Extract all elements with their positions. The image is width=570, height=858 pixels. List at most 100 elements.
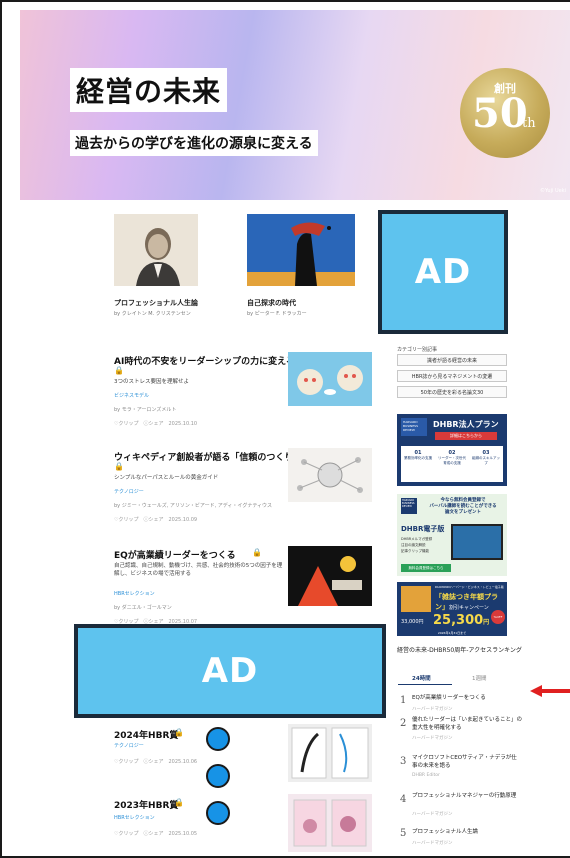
- campaign-note: 2026年1月31日まで: [437, 631, 467, 635]
- article-author-2: by ジミー・ウェールズ, アリソン・ビアード, アディ・イグナティウス: [114, 503, 273, 509]
- article-category-2[interactable]: テクノロジー: [114, 488, 144, 495]
- ebook-bullets: DHBRメルマガ登録 注目の論文解説 記事クリップ機能: [401, 536, 432, 554]
- campaign-top: DIAMONDハーバード・ビジネス・レビュー電子版: [435, 585, 504, 589]
- article-title-4[interactable]: 2024年HBR賞: [114, 728, 178, 741]
- lock-icon: 🔒: [114, 462, 124, 471]
- plan-col-2: 02 リーダー・次世代育成の支援: [438, 450, 466, 465]
- rank-title-1[interactable]: EQが高業績リーダーをつくる: [412, 694, 522, 702]
- rank-source-2: ハーバードマガジン: [412, 736, 453, 741]
- plan-col-1: 01 業務効率化の支援: [404, 450, 432, 460]
- feature-author-2: by ピーター F. ドラッカー: [247, 311, 307, 317]
- lock-icon: 🔒: [114, 366, 124, 375]
- article-title-5[interactable]: 2023年HBR賞: [114, 798, 178, 811]
- feature-title-1[interactable]: プロフェッショナル人生論: [114, 298, 198, 308]
- tab-1week[interactable]: 1週間: [472, 674, 487, 682]
- ai-anxiety-image: [288, 352, 372, 406]
- rank-title-4[interactable]: プロフェッショナルマネジャーの行動原理: [412, 792, 522, 800]
- article-thumb-3[interactable]: [288, 546, 372, 606]
- ebook-headline: 今なら無料会員登録で バーバル講師を読むことができる 論文をプレゼント: [429, 498, 497, 515]
- lock-icon: 🔒: [252, 548, 262, 557]
- hero-banner[interactable]: 経営の未来 過去からの学びを進化の源泉に変える 創刊 50 th ©Yuji U…: [20, 10, 570, 200]
- ad-placeholder-bottom[interactable]: AD: [74, 624, 386, 718]
- article-actions-2[interactable]: ♡クリップ ⓘシェア 2025.10.09: [114, 516, 197, 523]
- hbr-award-2023-image: [288, 794, 372, 852]
- page-frame: 経営の未来 過去からの学びを進化の源泉に変える 創刊 50 th ©Yuji U…: [0, 0, 570, 858]
- plan-logo: HARVARD BUSINESS REVIEW: [401, 418, 427, 436]
- article-sub-3: 自己認識、自己規制、動機づけ、共感、社会的技術の5つの因子を理解し、ビジネスの場…: [114, 563, 283, 577]
- ranking-heading: 経営の未来-DHBR50周年-アクセスランキング: [397, 647, 522, 654]
- ebook-bullet-3: 記事クリップ機能: [401, 549, 429, 553]
- rank-source-4: ハーバードマガジン: [412, 812, 453, 817]
- rank-source-5: ハーバードマガジン: [412, 841, 453, 846]
- campaign-price-unit: 円: [483, 619, 490, 626]
- hero-subtitle: 過去からの学びを進化の源泉に変える: [70, 130, 318, 156]
- tab-24h[interactable]: 24時間: [412, 674, 431, 682]
- ebook-device-image: [451, 524, 503, 560]
- rank-number-4: 4: [400, 794, 407, 805]
- illustration-image: [247, 214, 355, 286]
- article-title-3[interactable]: EQが高業績リーダーをつくる: [114, 548, 236, 561]
- article-thumb-1[interactable]: [288, 352, 372, 406]
- article-title-1[interactable]: AI時代の不安をリーダーシップの力に変える: [114, 354, 295, 367]
- rank-number-2: 2: [400, 718, 407, 729]
- rank-title-2[interactable]: 優れたリーダーは「いま起きていること」の重大性を明確化する: [412, 716, 522, 732]
- article-category-4[interactable]: テクノロジー: [114, 742, 144, 749]
- feature-author-1: by クレイトン M. クリステンセン: [114, 311, 191, 317]
- rank-number-5: 5: [400, 828, 407, 839]
- article-thumb-5[interactable]: [288, 794, 372, 852]
- article-category-1[interactable]: ビジネスモデル: [114, 392, 149, 399]
- rank-title-3[interactable]: マイクロソフトCEOサティア・ナデラが仕事の未来を語る: [412, 754, 522, 770]
- hero-title: 経営の未来: [70, 68, 228, 112]
- article-category-3[interactable]: HBRセレクション: [114, 590, 155, 597]
- hero-credit: ©Yuji Ueki: [539, 188, 566, 194]
- article-sub-2: シンプルなパーパスとルールの黄金ガイド: [114, 475, 219, 481]
- rank-source-1: ハーバードマガジン: [412, 707, 453, 712]
- campaign-price: 25,300円: [433, 613, 489, 628]
- article-title-2[interactable]: ウィキペディア創設者が語る「信頼のつくり方」: [114, 450, 311, 463]
- article-author-3: by ダニエル・ゴールマン: [114, 605, 172, 611]
- rank-number-1: 1: [400, 695, 407, 706]
- feature-title-2[interactable]: 自己探求の時代: [247, 298, 296, 308]
- article-category-5[interactable]: HBRセレクション: [114, 814, 155, 821]
- feature-thumb-drucker[interactable]: [247, 214, 355, 286]
- article-actions-5[interactable]: ♡クリップ ⓘシェア 2025.10.05: [114, 830, 197, 837]
- sidebar-button-3[interactable]: 50年の歴史を彩る名論文30: [397, 386, 507, 398]
- plan-col-3: 03 組織のスキルアップ: [472, 450, 500, 465]
- rank-title-5[interactable]: プロフェッショナル人生論: [412, 828, 522, 836]
- wikipedia-image: [288, 448, 372, 502]
- campaign-banner[interactable]: DIAMONDハーバード・ビジネス・レビュー電子版 「雑誌つき年額プラン」 割引…: [397, 582, 507, 636]
- annotation-dot-1: [206, 727, 230, 751]
- campaign-old-price: 33,000円: [401, 619, 424, 625]
- ebook-title: DHBR電子版: [401, 525, 445, 533]
- portrait-image: [114, 214, 198, 286]
- badge-suffix: th: [522, 116, 536, 131]
- tab-active-underline: [398, 684, 452, 685]
- sidebar-button-2[interactable]: HBR誌から見るマネジメントの変遷: [397, 370, 507, 382]
- campaign-subtitle: 割引キャンペーン: [449, 605, 489, 611]
- anniversary-badge: 創刊 50 th: [460, 68, 550, 158]
- article-author-1: by モラ・アーロンズメルト: [114, 407, 177, 413]
- plan-title: DHBR法人プラン: [433, 420, 499, 429]
- article-actions-1[interactable]: ♡クリップ ⓘシェア 2025.10.10: [114, 420, 197, 427]
- plan-columns: 01 業務効率化の支援 02 リーダー・次世代育成の支援 03 組織のスキルアップ: [401, 446, 503, 482]
- badge-number: 50: [472, 90, 528, 137]
- campaign-discount: %OFF: [491, 610, 505, 624]
- ebook-logo: HARVARD BUSINESS REVIEW: [401, 498, 417, 514]
- article-actions-4[interactable]: ♡クリップ ⓘシェア 2025.10.06: [114, 758, 197, 765]
- article-thumb-4[interactable]: [288, 724, 372, 782]
- article-thumb-2[interactable]: [288, 448, 372, 502]
- ad-placeholder-top[interactable]: AD: [378, 210, 508, 334]
- feature-thumb-christensen[interactable]: [114, 214, 198, 286]
- sidebar-category-label: カテゴリー別記事: [397, 347, 438, 353]
- rank-number-3: 3: [400, 756, 407, 767]
- sidebar-button-1[interactable]: 識者が語る経営の未来: [397, 354, 507, 366]
- rank-source-3: DHBR Editor: [412, 773, 440, 778]
- corporate-plan-banner[interactable]: HARVARD BUSINESS REVIEW DHBR法人プラン 詳細はこちら…: [397, 414, 507, 486]
- plan-cta[interactable]: 詳細はこちらから: [435, 432, 497, 440]
- ebook-cta[interactable]: 無料会員登録はこちら: [401, 564, 451, 572]
- article-sub-1: 3つのストレス要因を理解せよ: [114, 379, 190, 385]
- annotation-dot-3: [206, 801, 230, 825]
- campaign-price-value: 25,300: [433, 613, 484, 628]
- ebook-banner[interactable]: HARVARD BUSINESS REVIEW 今なら無料会員登録で バーバル講…: [397, 494, 507, 576]
- annotation-dot-2: [206, 764, 230, 788]
